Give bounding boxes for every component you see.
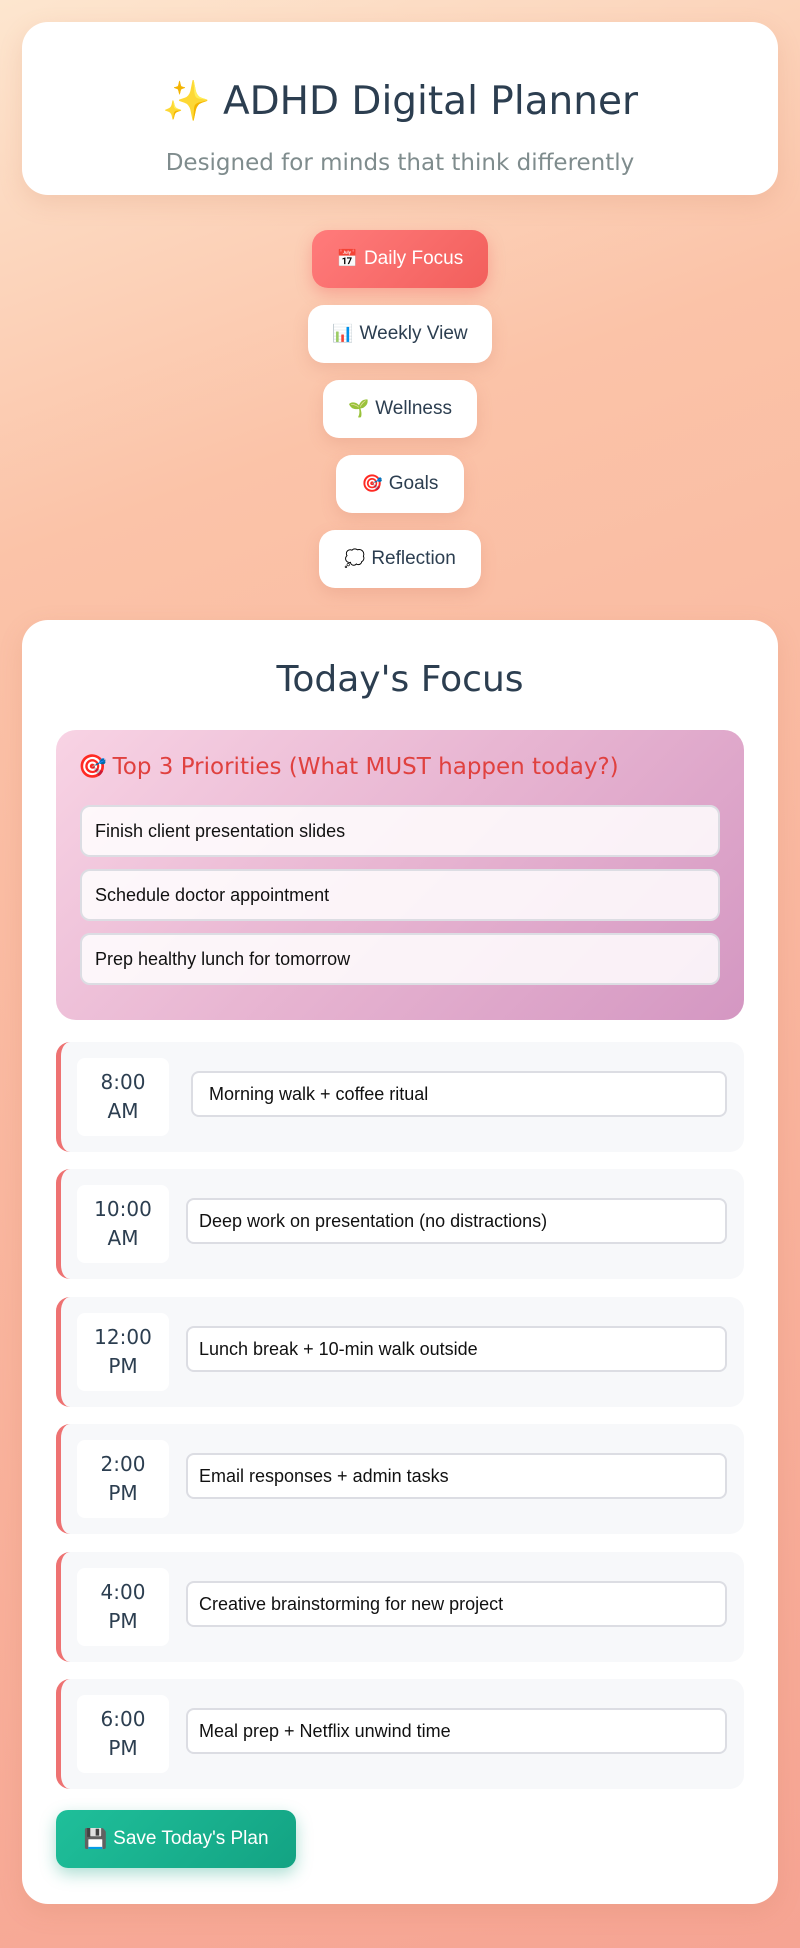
nav-label: Wellness	[375, 398, 452, 419]
bar-chart-icon: 📊	[332, 324, 354, 343]
seedling-icon: 🌱	[348, 399, 370, 418]
time-block: 6:00 PM Meal prep + Netflix unwind time	[56, 1679, 744, 1789]
save-button-label: Save Today's Plan	[113, 1828, 269, 1849]
time-task-input[interactable]: Lunch break + 10-min walk outside	[186, 1326, 727, 1372]
save-plan-button[interactable]: 💾 Save Today's Plan	[56, 1810, 296, 1868]
time-task-input[interactable]: Email responses + admin tasks	[186, 1453, 727, 1499]
time-label: 10:00 AM	[77, 1185, 169, 1263]
priority-input-2[interactable]: Schedule doctor appointment	[80, 869, 720, 921]
nav-label: Goals	[388, 473, 439, 494]
time-task-input[interactable]: Deep work on presentation (no distractio…	[186, 1198, 727, 1244]
time-label: 6:00 PM	[77, 1695, 169, 1773]
target-icon: 🎯	[78, 754, 107, 780]
app-subtitle: Designed for minds that think differentl…	[165, 150, 635, 176]
nav-label: Reflection	[371, 548, 456, 569]
time-block: 4:00 PM Creative brainstorming for new pr…	[56, 1552, 744, 1662]
section-title: Today's Focus	[276, 659, 524, 700]
nav-daily-focus[interactable]: 📅 Daily Focus	[312, 230, 488, 288]
time-label: 12:00 PM	[77, 1313, 169, 1391]
priority-input-1[interactable]: Finish client presentation slides	[80, 805, 720, 857]
daily-focus-panel: Today's Focus 🎯 Top 3 Priorities (What M…	[22, 620, 778, 1904]
time-block: 12:00 PM Lunch break + 10-min walk outsid…	[56, 1297, 744, 1407]
header-card: ✨ ADHD Digital Planner Designed for mind…	[22, 22, 778, 195]
time-block: 2:00 PM Email responses + admin tasks	[56, 1424, 744, 1534]
time-block: 8:00 AM Morning walk + coffee ritual	[56, 1042, 744, 1152]
nav-goals[interactable]: 🎯 Goals	[336, 455, 464, 513]
floppy-disk-icon: 💾	[83, 1829, 108, 1850]
nav-wellness[interactable]: 🌱 Wellness	[323, 380, 477, 438]
time-label: 4:00 PM	[77, 1568, 169, 1646]
priorities-title-text: Top 3 Priorities (What MUST happen today…	[112, 754, 619, 780]
time-task-input[interactable]: Morning walk + coffee ritual	[191, 1071, 727, 1117]
time-label: 8:00 AM	[77, 1058, 169, 1136]
nav-weekly-view[interactable]: 📊 Weekly View	[308, 305, 492, 363]
priorities-box: 🎯 Top 3 Priorities (What MUST happen tod…	[56, 730, 744, 1020]
app-title: ✨ ADHD Digital Planner	[22, 82, 778, 121]
priority-input-3[interactable]: Prep healthy lunch for tomorrow	[80, 933, 720, 985]
time-task-input[interactable]: Creative brainstorming for new project	[186, 1581, 727, 1627]
priorities-title: 🎯 Top 3 Priorities (What MUST happen tod…	[78, 756, 619, 779]
time-block: 10:00 AM Deep work on presentation (no di…	[56, 1169, 744, 1279]
nav-label: Daily Focus	[363, 248, 464, 269]
nav-label: Weekly View	[359, 323, 468, 344]
time-task-input[interactable]: Meal prep + Netflix unwind time	[186, 1708, 727, 1754]
app-title-text: ADHD Digital Planner	[222, 79, 639, 124]
sparkles-icon: ✨	[161, 79, 211, 124]
thought-bubble-icon: 💭	[344, 549, 366, 568]
time-label: 2:00 PM	[77, 1440, 169, 1518]
calendar-icon: 📅	[336, 249, 358, 268]
target-icon: 🎯	[361, 474, 383, 493]
nav-reflection[interactable]: 💭 Reflection	[319, 530, 481, 588]
